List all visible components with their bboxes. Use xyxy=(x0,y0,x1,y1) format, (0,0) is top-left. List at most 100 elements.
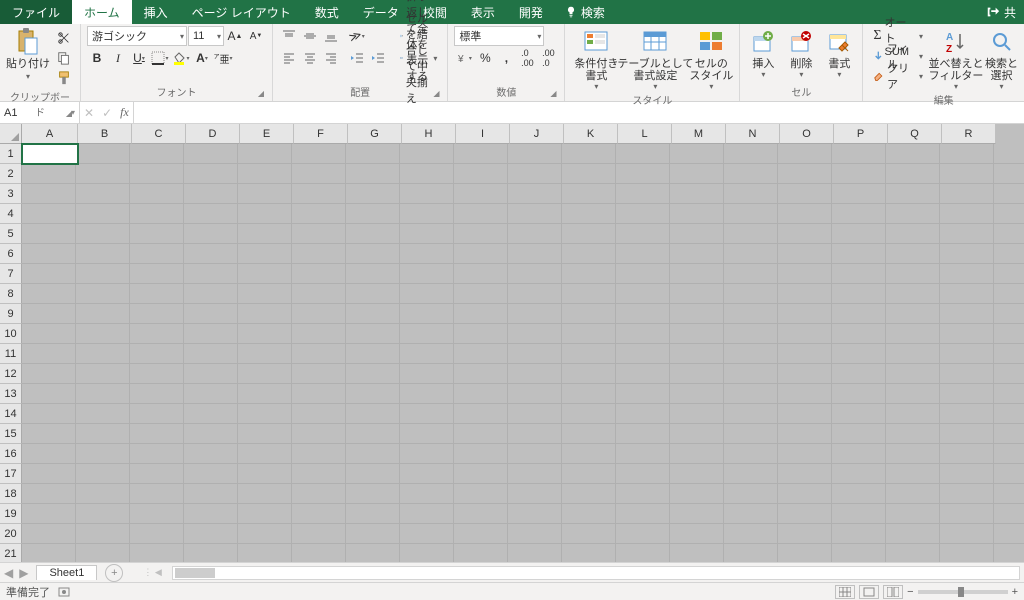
increase-font-button[interactable]: A▲ xyxy=(225,26,245,46)
row-header[interactable]: 9 xyxy=(0,304,22,324)
sort-filter-button[interactable]: AZ 並べ替えと フィルター▾ xyxy=(931,26,981,91)
alignment-launcher[interactable]: ◢ xyxy=(431,89,441,99)
row-header[interactable]: 6 xyxy=(0,244,22,264)
delete-cells-button[interactable]: 削除▾ xyxy=(784,26,818,79)
clear-button[interactable]: クリア▾ xyxy=(869,66,927,86)
border-button[interactable]: ▾ xyxy=(150,48,170,68)
row-header[interactable]: 13 xyxy=(0,384,22,404)
share-label[interactable]: 共 xyxy=(1004,4,1016,21)
row-header[interactable]: 2 xyxy=(0,164,22,184)
conditional-format-button[interactable]: 条件付き 書式▾ xyxy=(571,26,621,91)
row-header[interactable]: 18 xyxy=(0,484,22,504)
normal-view-button[interactable] xyxy=(835,585,855,599)
zoom-out-button[interactable]: − xyxy=(907,586,913,598)
column-header[interactable]: G xyxy=(348,124,402,144)
column-header[interactable]: C xyxy=(132,124,186,144)
row-header[interactable]: 11 xyxy=(0,344,22,364)
row-header[interactable]: 15 xyxy=(0,424,22,444)
row-header[interactable]: 7 xyxy=(0,264,22,284)
fill-color-button[interactable]: ▾ xyxy=(171,48,191,68)
font-name-combo[interactable]: 游ゴシック▾ xyxy=(87,26,187,46)
row-header[interactable]: 21 xyxy=(0,544,22,562)
align-left-button[interactable] xyxy=(279,48,299,68)
horizontal-scrollbar[interactable] xyxy=(172,566,1020,580)
decrease-indent-button[interactable] xyxy=(347,48,367,68)
percent-button[interactable]: % xyxy=(475,48,495,68)
align-right-button[interactable] xyxy=(321,48,341,68)
zoom-in-button[interactable]: + xyxy=(1012,586,1018,598)
find-select-button[interactable]: 検索と 選択▾ xyxy=(985,26,1018,91)
row-header[interactable]: 5 xyxy=(0,224,22,244)
number-format-combo[interactable]: 標準▾ xyxy=(454,26,544,46)
row-header[interactable]: 19 xyxy=(0,504,22,524)
tab-data[interactable]: データ xyxy=(351,0,411,24)
select-all-button[interactable] xyxy=(0,124,22,144)
tab-file[interactable]: ファイル xyxy=(0,0,72,24)
align-top-button[interactable] xyxy=(279,26,299,46)
column-header[interactable]: D xyxy=(186,124,240,144)
cell-styles-button[interactable]: セルの スタイル▾ xyxy=(689,26,733,91)
sheet-tab[interactable]: Sheet1 xyxy=(36,565,97,580)
macro-record-icon[interactable] xyxy=(58,586,70,598)
row-header[interactable]: 14 xyxy=(0,404,22,424)
increase-indent-button[interactable] xyxy=(368,48,388,68)
format-as-table-button[interactable]: テーブルとして 書式設定▾ xyxy=(625,26,685,91)
tab-home[interactable]: ホーム xyxy=(72,0,132,24)
worksheet-grid[interactable]: ABCDEFGHIJKLMNOPQR 123456789101112131415… xyxy=(0,124,1024,562)
active-cell[interactable] xyxy=(22,144,78,164)
column-header[interactable]: R xyxy=(942,124,996,144)
underline-button[interactable]: U▾ xyxy=(129,48,149,68)
comma-button[interactable]: , xyxy=(496,48,516,68)
align-middle-button[interactable] xyxy=(300,26,320,46)
column-header[interactable]: L xyxy=(618,124,672,144)
paste-button[interactable]: 貼り付け▾ xyxy=(6,26,50,82)
row-header[interactable]: 3 xyxy=(0,184,22,204)
column-header[interactable]: M xyxy=(672,124,726,144)
page-break-view-button[interactable] xyxy=(883,585,903,599)
format-painter-button[interactable] xyxy=(54,68,74,88)
column-header[interactable]: H xyxy=(402,124,456,144)
insert-cells-button[interactable]: 挿入▾ xyxy=(746,26,780,79)
column-header[interactable]: B xyxy=(78,124,132,144)
cancel-formula-icon[interactable]: ✕ xyxy=(84,106,94,120)
cells-area[interactable] xyxy=(22,144,1024,562)
row-header[interactable]: 20 xyxy=(0,524,22,544)
tab-developer[interactable]: 開発 xyxy=(507,0,555,24)
orientation-button[interactable]: ≫▾ xyxy=(347,26,367,46)
decrease-decimal-button[interactable]: .00.0 xyxy=(538,48,558,68)
clipboard-launcher[interactable]: ◢ xyxy=(64,109,74,119)
increase-decimal-button[interactable]: .0.00 xyxy=(517,48,537,68)
italic-button[interactable]: I xyxy=(108,48,128,68)
enter-formula-icon[interactable]: ✓ xyxy=(102,106,112,120)
accounting-format-button[interactable]: ¥▾ xyxy=(454,48,474,68)
column-header[interactable]: E xyxy=(240,124,294,144)
tab-page-layout[interactable]: ページ レイアウト xyxy=(180,0,303,24)
row-header[interactable]: 17 xyxy=(0,464,22,484)
merge-center-button[interactable]: セルを結合して中央揃え▾ xyxy=(396,48,441,68)
column-header[interactable]: N xyxy=(726,124,780,144)
row-header[interactable]: 1 xyxy=(0,144,22,164)
sheet-nav-prev[interactable]: ◀ xyxy=(4,566,13,580)
row-headers[interactable]: 123456789101112131415161718192021 xyxy=(0,144,22,562)
align-bottom-button[interactable] xyxy=(321,26,341,46)
row-header[interactable]: 4 xyxy=(0,204,22,224)
column-header[interactable]: A xyxy=(22,124,78,144)
decrease-font-button[interactable]: A▼ xyxy=(246,26,266,46)
font-launcher[interactable]: ◢ xyxy=(256,89,266,99)
copy-button[interactable] xyxy=(54,48,74,68)
column-header[interactable]: F xyxy=(294,124,348,144)
font-color-button[interactable]: A▾ xyxy=(192,48,212,68)
column-header[interactable]: P xyxy=(834,124,888,144)
cut-button[interactable] xyxy=(54,28,74,48)
column-header[interactable]: O xyxy=(780,124,834,144)
sheet-nav-next[interactable]: ▶ xyxy=(19,566,28,580)
column-headers[interactable]: ABCDEFGHIJKLMNOPQR xyxy=(22,124,1024,144)
tab-view[interactable]: 表示 xyxy=(459,0,507,24)
phonetic-button[interactable]: ア亜▾ xyxy=(213,48,233,68)
column-header[interactable]: K xyxy=(564,124,618,144)
page-layout-view-button[interactable] xyxy=(859,585,879,599)
row-header[interactable]: 10 xyxy=(0,324,22,344)
column-header[interactable]: I xyxy=(456,124,510,144)
row-header[interactable]: 16 xyxy=(0,444,22,464)
zoom-slider[interactable] xyxy=(918,590,1008,594)
